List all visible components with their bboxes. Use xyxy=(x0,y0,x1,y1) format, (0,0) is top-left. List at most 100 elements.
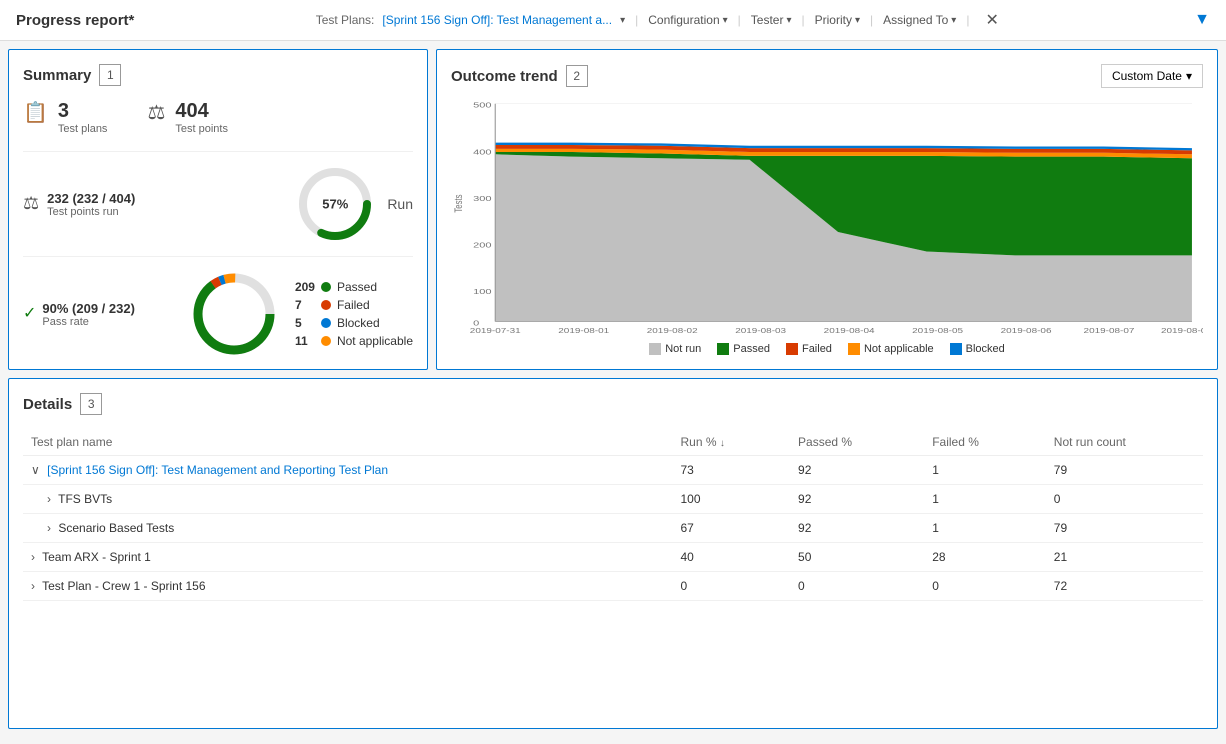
cell-name: › Test Plan - Crew 1 - Sprint 156 xyxy=(23,572,664,601)
custom-date-chevron: ▾ xyxy=(1186,69,1192,83)
test-plans-label: Test plans xyxy=(58,123,108,135)
svg-text:2019-08-01: 2019-08-01 xyxy=(558,327,609,335)
summary-panel-header: Summary 1 xyxy=(23,64,413,86)
svg-text:500: 500 xyxy=(473,101,491,110)
cell-name: › TFS BVTs xyxy=(23,485,664,514)
plan-name: Test Plan - Crew 1 - Sprint 156 xyxy=(42,579,205,593)
col-passed: Passed % xyxy=(782,429,916,456)
svg-text:2019-08-02: 2019-08-02 xyxy=(647,327,698,335)
summary-counts-row: 📋 3 Test plans ⚖ 404 Test points xyxy=(23,100,413,135)
svg-text:2019-08-05: 2019-08-05 xyxy=(912,327,963,335)
svg-text:300: 300 xyxy=(473,194,491,203)
priority-filter[interactable]: Priority ▾ xyxy=(815,13,860,27)
test-plans-filter-value[interactable]: [Sprint 156 Sign Off]: Test Management a… xyxy=(382,13,612,27)
chart-legend: Not run Passed Failed Not applicable Blo… xyxy=(451,343,1203,355)
plan-name: TFS BVTs xyxy=(58,492,112,506)
expand-icon[interactable]: › xyxy=(31,579,35,593)
run-section: ⚖ 232 (232 / 404) Test points run 57% xyxy=(23,151,413,244)
cell-run: 67 xyxy=(664,514,782,543)
cell-failed: 1 xyxy=(916,514,1038,543)
cell-run: 40 xyxy=(664,543,782,572)
table-row: › Test Plan - Crew 1 - Sprint 156 0 0 0 … xyxy=(23,572,1203,601)
col-notrun: Not run count xyxy=(1038,429,1203,456)
cell-run: 73 xyxy=(664,456,782,485)
expand-icon[interactable]: › xyxy=(47,521,51,535)
legend-not-applicable: 11 Not applicable xyxy=(295,334,413,348)
col-run[interactable]: Run % ↓ xyxy=(664,429,782,456)
test-plans-icon: 📋 xyxy=(23,100,48,125)
details-table: Test plan name Run % ↓ Passed % Failed %… xyxy=(23,429,1203,601)
cell-name: › Team ARX - Sprint 1 xyxy=(23,543,664,572)
test-plans-chevron[interactable]: ▾ xyxy=(620,15,625,26)
expand-icon[interactable]: ∨ xyxy=(31,463,40,477)
svg-text:2019-08-08: 2019-08-08 xyxy=(1161,327,1203,335)
blocked-dot xyxy=(321,318,331,328)
trend-number: 2 xyxy=(566,65,588,87)
summary-title: Summary xyxy=(23,67,91,84)
cell-passed: 50 xyxy=(782,543,916,572)
expand-icon[interactable]: › xyxy=(47,492,51,506)
expand-icon[interactable]: › xyxy=(31,550,35,564)
not-applicable-box xyxy=(848,343,860,355)
failed-box xyxy=(786,343,798,355)
header: Progress report* Test Plans: [Sprint 156… xyxy=(0,0,1226,41)
test-points-run-count: 232 (232 / 404) xyxy=(47,191,135,206)
not-applicable-dot xyxy=(321,336,331,346)
plan-name: Team ARX - Sprint 1 xyxy=(42,550,151,564)
details-table-body: ∨ [Sprint 156 Sign Off]: Test Management… xyxy=(23,456,1203,601)
svg-text:2019-08-07: 2019-08-07 xyxy=(1084,327,1135,335)
run-donut: 57% xyxy=(295,164,375,244)
legend-passed-chart: Passed xyxy=(717,343,770,355)
plan-name[interactable]: [Sprint 156 Sign Off]: Test Management a… xyxy=(47,463,388,477)
test-plans-filter-label: Test Plans: xyxy=(316,13,375,27)
table-row: › Scenario Based Tests 67 92 1 79 xyxy=(23,514,1203,543)
summary-number: 1 xyxy=(99,64,121,86)
legend-failed: 7 Failed xyxy=(295,298,413,312)
legend-blocked-chart: Blocked xyxy=(950,343,1005,355)
table-header-row: Test plan name Run % ↓ Passed % Failed %… xyxy=(23,429,1203,456)
svg-text:200: 200 xyxy=(473,241,491,250)
tester-filter[interactable]: Tester ▾ xyxy=(751,13,792,27)
page-title: Progress report* xyxy=(16,12,134,29)
cell-passed: 92 xyxy=(782,485,916,514)
svg-text:Tests: Tests xyxy=(453,194,466,212)
cell-failed: 0 xyxy=(916,572,1038,601)
checkmark-icon: ✓ xyxy=(23,303,36,323)
cell-passed: 92 xyxy=(782,514,916,543)
funnel-icon[interactable]: ▼ xyxy=(1194,11,1210,29)
plan-name: Scenario Based Tests xyxy=(58,521,174,535)
assigned-to-filter[interactable]: Assigned To ▾ xyxy=(883,13,956,27)
pass-rate-donut xyxy=(189,269,279,359)
pass-rate-percent: 90% (209 / 232) xyxy=(42,301,135,316)
col-name: Test plan name xyxy=(23,429,664,456)
main-content: Summary 1 📋 3 Test plans ⚖ 404 Test poin… xyxy=(0,41,1226,737)
passed-dot xyxy=(321,282,331,292)
test-plans-count: 3 xyxy=(58,100,108,123)
test-plans-stat: 📋 3 Test plans xyxy=(23,100,107,135)
cell-failed: 1 xyxy=(916,485,1038,514)
details-table-container: Test plan name Run % ↓ Passed % Failed %… xyxy=(23,429,1203,714)
close-button[interactable]: ✕ xyxy=(979,8,1004,32)
run-percent-text: 57% xyxy=(322,197,348,212)
summary-panel: Summary 1 📋 3 Test plans ⚖ 404 Test poin… xyxy=(8,49,428,370)
top-row: Summary 1 📋 3 Test plans ⚖ 404 Test poin… xyxy=(8,49,1218,370)
custom-date-button[interactable]: Custom Date ▾ xyxy=(1101,64,1203,88)
details-header: Details 3 xyxy=(23,393,1203,415)
test-points-icon: ⚖ xyxy=(147,100,165,125)
cell-notrun: 0 xyxy=(1038,485,1203,514)
cell-notrun: 72 xyxy=(1038,572,1203,601)
pass-rate-label: Pass rate xyxy=(42,316,135,328)
cell-notrun: 79 xyxy=(1038,514,1203,543)
cell-failed: 1 xyxy=(916,456,1038,485)
cell-passed: 92 xyxy=(782,456,916,485)
cell-run: 0 xyxy=(664,572,782,601)
passed-box xyxy=(717,343,729,355)
configuration-filter[interactable]: Configuration ▾ xyxy=(648,13,727,27)
cell-passed: 0 xyxy=(782,572,916,601)
legend-not-run: Not run xyxy=(649,343,701,355)
table-row: ∨ [Sprint 156 Sign Off]: Test Management… xyxy=(23,456,1203,485)
pass-legend: 209 Passed 7 Failed 5 Blocked xyxy=(295,280,413,348)
details-panel: Details 3 Test plan name Run % ↓ Passed … xyxy=(8,378,1218,729)
chart-area: 500 400 300 200 100 0 Tests xyxy=(451,96,1203,337)
run-label: Run xyxy=(387,196,413,212)
